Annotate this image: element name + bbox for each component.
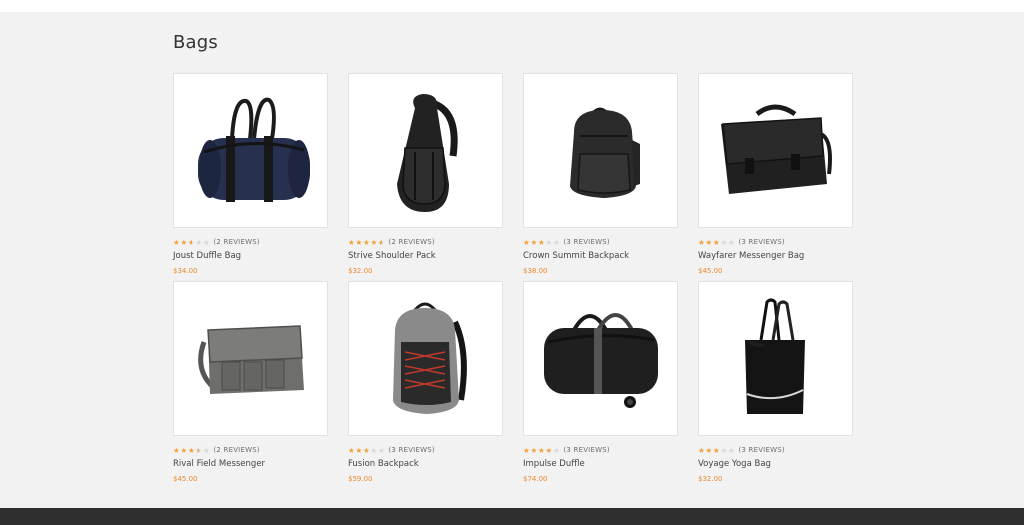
backpack-icon xyxy=(570,107,640,198)
star-rating: ★ ★ ★ ★ ★ xyxy=(348,238,386,247)
product-grid: ★★★★★ (2 REVIEWS) Joust Duffle Bag $34.0… xyxy=(173,73,853,503)
reviews-link[interactable]: (3 REVIEWS) xyxy=(389,446,435,455)
product-card[interactable]: ★ ★ ★ ★ ★ (3 REVIEWS) Wayfarer Messenger Bag… xyxy=(698,73,853,283)
product-card[interactable]: ★ ★ ★ ★ ★ (3 REVIEWS) Crown Summit Backpack … xyxy=(523,73,678,283)
product-image[interactable] xyxy=(173,73,328,228)
product-name-link[interactable]: Voyage Yoga Bag xyxy=(698,458,771,470)
rating-row: ★★★★★ (2 REVIEWS) xyxy=(348,237,435,247)
product-image[interactable] xyxy=(348,281,503,436)
product-image[interactable] xyxy=(523,281,678,436)
product-name-link[interactable]: Crown Summit Backpack xyxy=(523,250,629,262)
star-rating: ★ ★ ★ ★ ★ xyxy=(173,238,211,247)
star-rating: ★ ★ ★ ★ ★ xyxy=(698,237,735,247)
star-rating: ★ ★ ★ ★ ★ xyxy=(348,445,385,455)
star-rating: ★ ★ ★ ★ ★ xyxy=(173,446,211,455)
product-image[interactable] xyxy=(698,281,853,436)
rating-row: ★ ★ ★ ★ ★ (3 REVIEWS) xyxy=(523,237,610,247)
rating-row: ★ ★ ★ ★ ★ (3 REVIEWS) xyxy=(523,445,610,455)
product-card[interactable]: ★ ★ ★ ★ ★ (3 REVIEWS) Voyage Yoga Bag $32.00 xyxy=(698,281,853,491)
rating-row: ★ ★ ★ ★ ★ (3 REVIEWS) xyxy=(348,445,435,455)
footer xyxy=(0,508,1024,525)
rating-row: ★★★★★ (2 REVIEWS) xyxy=(173,237,260,247)
product-price: $45.00 xyxy=(698,267,723,275)
star-rating: ★ ★ ★ ★ ★ xyxy=(523,237,560,247)
navy-duffle-bag-icon xyxy=(198,97,310,202)
product-card[interactable]: ★★★★★ (2 REVIEWS) Strive Shoulder Pack $… xyxy=(348,73,503,283)
product-image[interactable] xyxy=(348,73,503,228)
sling-shoulder-pack-icon xyxy=(397,94,458,212)
reviews-link[interactable]: (2 REVIEWS) xyxy=(389,238,435,247)
product-price: $32.00 xyxy=(698,475,723,483)
rating-row: ★★★★★ (2 REVIEWS) xyxy=(173,445,260,455)
product-price: $74.00 xyxy=(523,475,548,483)
product-image[interactable] xyxy=(698,73,853,228)
product-card[interactable]: ★★★★★ (2 REVIEWS) Joust Duffle Bag $34.0… xyxy=(173,73,328,283)
category-title: Bags xyxy=(173,32,218,53)
product-price: $45.00 xyxy=(173,475,198,483)
product-price: $34.00 xyxy=(173,267,198,275)
rating-row: ★ ★ ★ ★ ★ (3 REVIEWS) xyxy=(698,445,785,455)
reviews-link[interactable]: (3 REVIEWS) xyxy=(564,238,610,247)
star-rating: ★ ★ ★ ★ ★ xyxy=(523,445,560,455)
messenger-bag-icon xyxy=(721,104,832,194)
product-price: $38.00 xyxy=(523,267,548,275)
reviews-link[interactable]: (3 REVIEWS) xyxy=(564,446,610,455)
reviews-link[interactable]: (2 REVIEWS) xyxy=(214,446,260,455)
product-image[interactable] xyxy=(173,281,328,436)
product-name-link[interactable]: Fusion Backpack xyxy=(348,458,419,470)
product-card[interactable]: ★★★★★ (2 REVIEWS) Rival Field Messenger … xyxy=(173,281,328,491)
product-card[interactable]: ★ ★ ★ ★ ★ (3 REVIEWS) Fusion Backpack $59.00 xyxy=(348,281,503,491)
reviews-link[interactable]: (3 REVIEWS) xyxy=(739,446,785,455)
product-name-link[interactable]: Strive Shoulder Pack xyxy=(348,250,436,262)
product-name-link[interactable]: Joust Duffle Bag xyxy=(173,250,241,262)
grey-backpack-icon xyxy=(393,302,467,414)
reviews-link[interactable]: (2 REVIEWS) xyxy=(214,238,260,247)
product-name-link[interactable]: Impulse Duffle xyxy=(523,458,585,470)
grey-messenger-bag-icon xyxy=(198,325,304,394)
product-name-link[interactable]: Rival Field Messenger xyxy=(173,458,265,470)
product-card[interactable]: ★ ★ ★ ★ ★ (3 REVIEWS) Impulse Duffle $74.00 xyxy=(523,281,678,491)
rolling-duffle-icon xyxy=(544,313,658,408)
star-rating: ★ ★ ★ ★ ★ xyxy=(698,445,735,455)
product-image[interactable] xyxy=(523,73,678,228)
product-price: $32.00 xyxy=(348,267,373,275)
rating-row: ★ ★ ★ ★ ★ (3 REVIEWS) xyxy=(698,237,785,247)
reviews-link[interactable]: (3 REVIEWS) xyxy=(739,238,785,247)
tote-bag-icon xyxy=(745,298,805,414)
header-strip xyxy=(0,0,1024,12)
product-price: $59.00 xyxy=(348,475,373,483)
product-name-link[interactable]: Wayfarer Messenger Bag xyxy=(698,250,804,262)
